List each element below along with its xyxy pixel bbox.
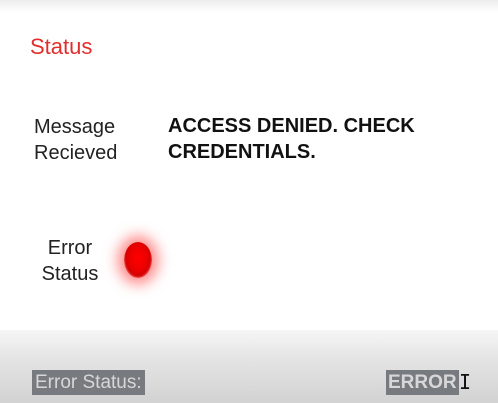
error-status-label: Error Status xyxy=(30,235,110,287)
panel-title: Status xyxy=(30,34,93,59)
message-received-label: Message Recieved xyxy=(34,114,144,166)
statusbar-error-status-value[interactable]: ERROR xyxy=(386,370,459,395)
message-received-label-text: Message Recieved xyxy=(34,116,118,164)
statusbar-error-status-label[interactable]: Error Status: xyxy=(32,370,145,395)
text-cursor-icon: I xyxy=(459,370,472,394)
error-status-label-text: Error Status xyxy=(41,237,99,285)
error-indicator-led-icon xyxy=(124,242,152,278)
message-received-value: ACCESS DENIED. CHECK CREDENTIALS. xyxy=(168,115,415,163)
